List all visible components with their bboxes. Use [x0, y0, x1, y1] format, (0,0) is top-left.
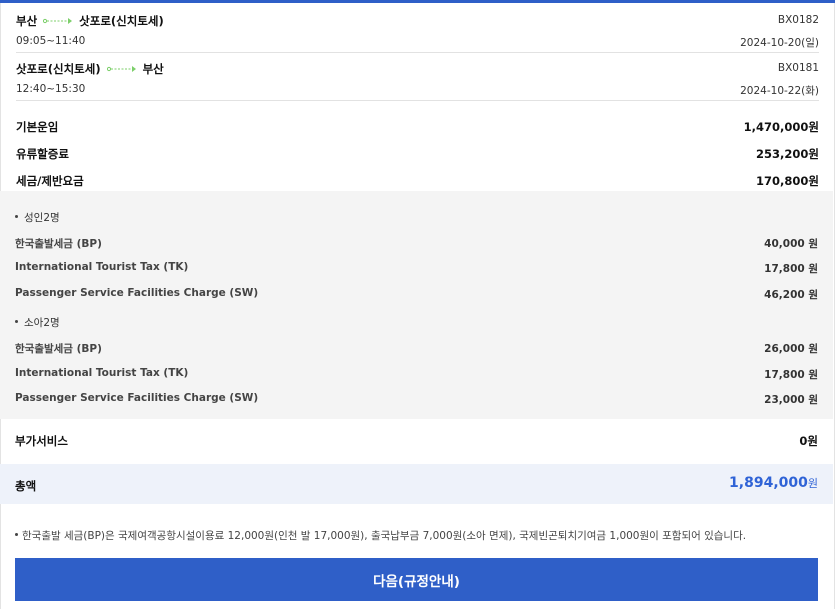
total-amount: 1,894,000원: [729, 475, 818, 491]
tax-amount: 26,000 원: [764, 343, 818, 355]
flight-number: BX0181: [777, 62, 819, 74]
tax-note-text: 한국출발 세금(BP)은 국제여객공항시설이용료 12,000원(인천 발 17…: [22, 530, 747, 542]
flight-time: 09:05~11:40: [16, 35, 86, 47]
flight-segment-outbound: 부산 삿포로(신치토세) 09:05~11:40 BX0182 2024-10-…: [16, 5, 819, 53]
tax-row: 한국출발세금 (BP) 26,000 원: [15, 339, 818, 357]
tax-row: International Tourist Tax (TK) 17,800 원: [15, 365, 818, 383]
tax-amount: 46,200 원: [764, 289, 818, 301]
tax-note: 한국출발 세금(BP)은 국제여객공항시설이용료 12,000원(인천 발 17…: [15, 528, 820, 543]
flight-route: 부산 삿포로(신치토세): [16, 13, 164, 29]
tax-label: International Tourist Tax (TK): [15, 367, 189, 379]
flight-time: 12:40~15:30: [16, 83, 86, 95]
base-fare-row: 기본운임 1,470,000원: [16, 116, 819, 136]
flight-date: 2024-10-22(화): [740, 85, 819, 97]
destination-city: 삿포로(신치토세): [79, 14, 164, 28]
fuel-surcharge-row: 유류할증료 253,200원: [16, 143, 819, 163]
flight-route: 삿포로(신치토세) 부산: [16, 61, 164, 77]
tax-fee-label: 세금/제반요금: [16, 174, 84, 188]
tax-label: 한국출발세금 (BP): [15, 343, 102, 355]
route-arrow-icon: [106, 64, 137, 74]
tax-label: International Tourist Tax (TK): [15, 261, 189, 273]
tax-breakdown: 성인2명 한국출발세금 (BP) 40,000 원 International …: [0, 191, 833, 419]
flight-number: BX0182: [777, 14, 819, 26]
base-fare-amount: 1,470,000원: [743, 120, 819, 134]
origin-city: 삿포로(신치토세): [16, 62, 101, 76]
tax-row: Passenger Service Facilities Charge (SW)…: [15, 390, 818, 408]
tax-amount: 23,000 원: [764, 394, 818, 406]
bullet-icon: [15, 320, 18, 323]
tax-group-title-adult: 성인2명: [15, 210, 60, 225]
tax-row: Passenger Service Facilities Charge (SW)…: [15, 285, 818, 303]
tax-label: 한국출발세금 (BP): [15, 238, 102, 250]
addon-services-amount: 0원: [799, 434, 818, 448]
fuel-surcharge-label: 유류할증료: [16, 147, 69, 161]
addon-services-label: 부가서비스: [15, 434, 68, 448]
addon-services-row: 부가서비스 0원: [15, 430, 818, 450]
tax-fee-amount: 170,800원: [756, 174, 819, 188]
destination-city: 부산: [142, 62, 164, 76]
origin-city: 부산: [16, 14, 38, 28]
bullet-icon: [15, 532, 18, 536]
tax-label: Passenger Service Facilities Charge (SW): [15, 392, 259, 404]
next-button[interactable]: 다음(규정안내): [15, 558, 818, 601]
total-row: 총액 1,894,000원: [0, 464, 833, 504]
flight-date: 2024-10-20(일): [740, 37, 819, 49]
tax-amount: 17,800 원: [764, 369, 818, 381]
tax-amount: 40,000 원: [764, 238, 818, 250]
tax-row: 한국출발세금 (BP) 40,000 원: [15, 234, 818, 252]
tax-row: International Tourist Tax (TK) 17,800 원: [15, 259, 818, 277]
tax-amount: 17,800 원: [764, 263, 818, 275]
tax-group-title-child: 소아2명: [15, 315, 60, 330]
base-fare-label: 기본운임: [16, 120, 59, 134]
bullet-icon: [15, 215, 18, 218]
total-label: 총액: [15, 479, 37, 493]
route-arrow-icon: [43, 16, 73, 26]
tax-fee-row: 세금/제반요금 170,800원: [16, 170, 819, 190]
flight-segment-return: 삿포로(신치토세) 부산 12:40~15:30 BX0181 2024-10-…: [16, 53, 819, 101]
tax-label: Passenger Service Facilities Charge (SW): [15, 287, 259, 299]
fuel-surcharge-amount: 253,200원: [756, 147, 819, 161]
